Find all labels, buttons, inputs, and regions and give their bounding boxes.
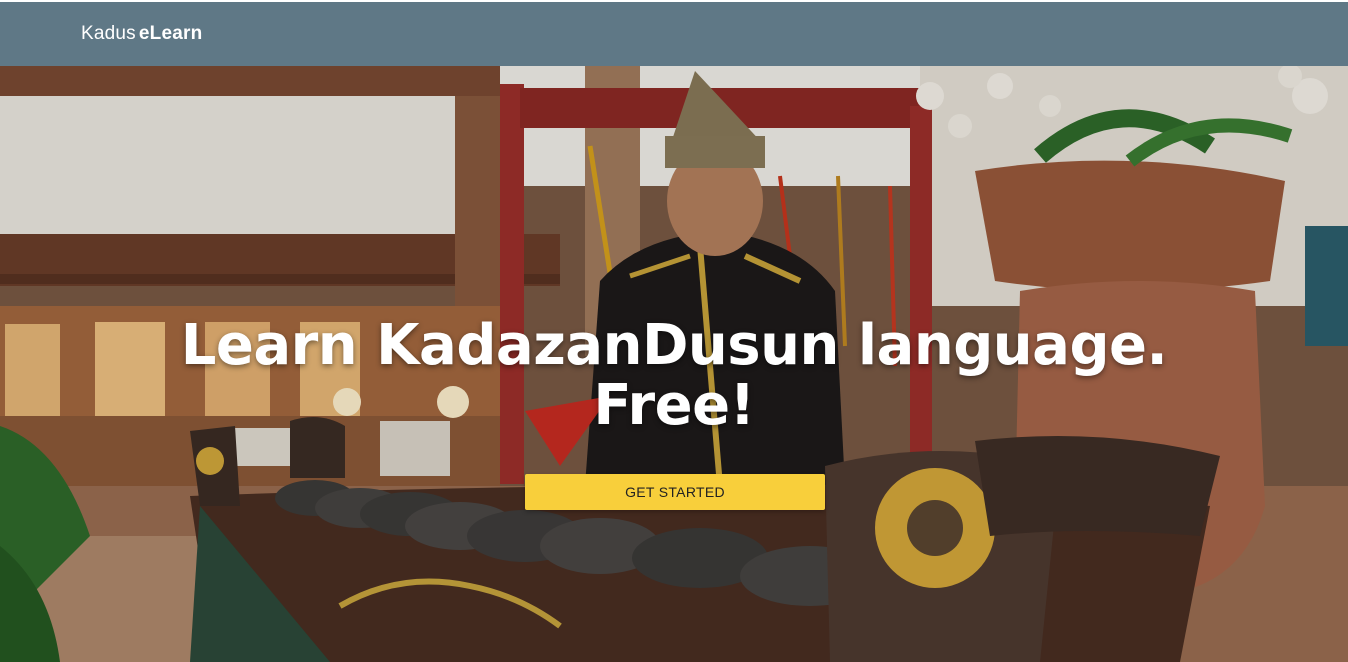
brand-name-light: Kadus — [81, 23, 136, 44]
hero-title-line1: Learn KadazanDusun language. — [180, 313, 1168, 378]
hero-title-line2: Free! — [593, 373, 755, 438]
navbar: Kadus eLearn — [0, 2, 1348, 66]
hero-section: Learn KadazanDusun language. Free! GET S… — [0, 66, 1348, 662]
hero-title: Learn KadazanDusun language. Free! — [0, 316, 1348, 436]
brand-name-bold: eLearn — [138, 23, 203, 44]
brand-logo-link[interactable]: Kadus eLearn — [81, 23, 202, 45]
landing-page: Kadus eLearn Learn KadazanDusun language… — [0, 0, 1348, 662]
get-started-button[interactable]: GET STARTED — [525, 474, 825, 510]
